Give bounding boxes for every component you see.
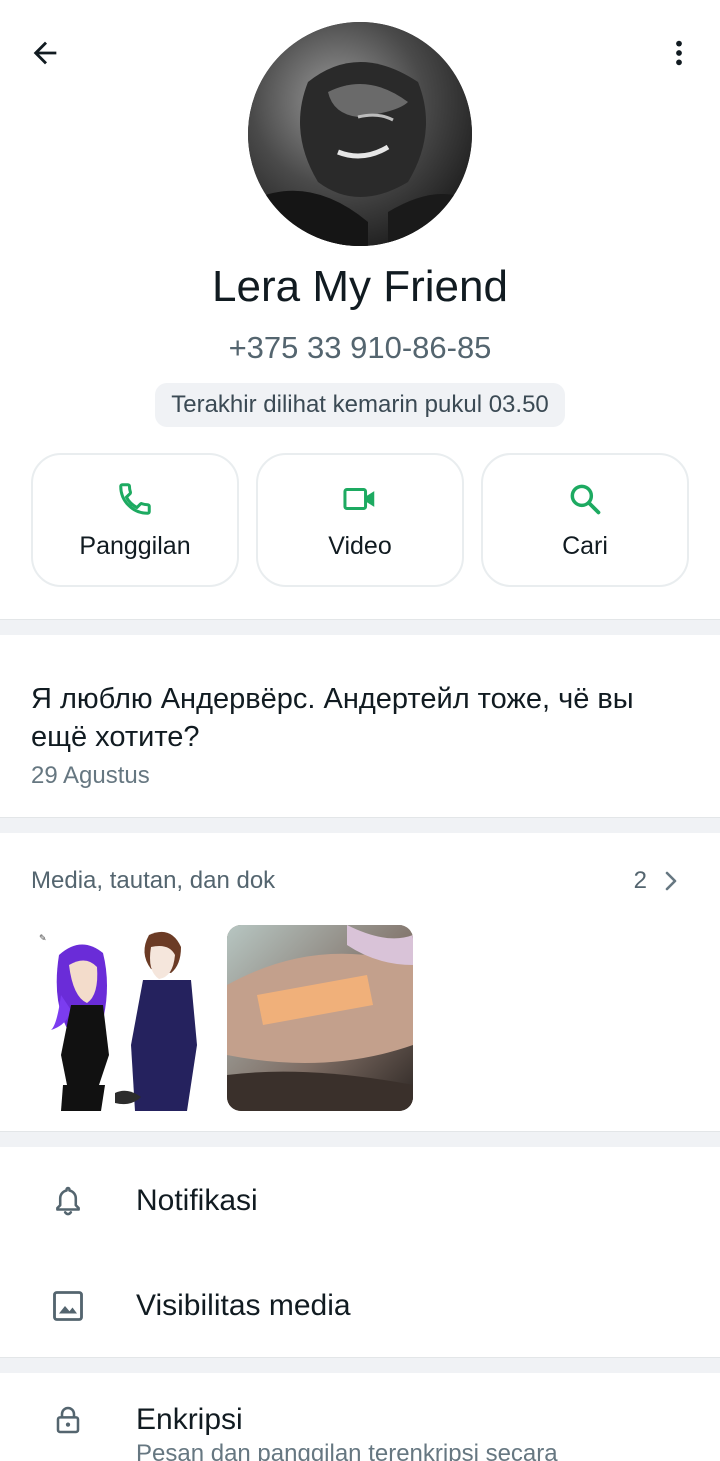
media-count: 2 — [633, 867, 647, 894]
contact-phone: +375 33 910-86-85 — [228, 330, 492, 365]
last-seen-badge: Terakhir dilihat kemarin pukul 03.50 — [155, 383, 565, 427]
section-divider — [0, 817, 720, 833]
section-divider — [0, 1131, 720, 1147]
action-buttons: Panggilan Video Cari — [31, 453, 689, 587]
image-icon — [53, 1291, 83, 1321]
photo-image — [227, 925, 413, 1111]
call-button[interactable]: Panggilan — [31, 453, 239, 587]
about-section[interactable]: Я люблю Андервёрс. Андертейл тоже, чё вы… — [31, 680, 691, 790]
chevron-right-icon — [665, 871, 677, 891]
section-divider — [0, 619, 720, 635]
drawing-image: ✎ — [31, 925, 217, 1111]
more-options-button[interactable] — [656, 30, 702, 76]
profile-avatar[interactable] — [248, 22, 472, 246]
avatar-image — [248, 22, 472, 246]
media-title: Media, tautan, dan dok — [31, 867, 276, 894]
notifications-label: Notifikasi — [136, 1184, 258, 1217]
row-icon-container — [0, 1182, 136, 1220]
search-icon — [570, 484, 601, 514]
encryption-label: Enkripsi — [136, 1403, 243, 1436]
encryption-subtitle: Pesan dan panggilan terenkripsi secara — [136, 1440, 558, 1461]
media-count-group: 2 — [634, 867, 681, 895]
media-thumbnail[interactable] — [227, 925, 413, 1111]
bell-icon — [56, 1186, 80, 1216]
contact-name: Lera My Friend — [212, 262, 508, 311]
about-text: Я люблю Андервёрс. Андертейл тоже, чё вы… — [31, 683, 634, 753]
video-button[interactable]: Video — [256, 453, 464, 587]
svg-text:✎: ✎ — [39, 934, 47, 944]
back-button[interactable] — [22, 30, 68, 76]
media-header[interactable]: Media, tautan, dan dok 2 — [31, 866, 681, 896]
about-date: 29 Agustus — [31, 762, 150, 789]
arrow-left-icon — [33, 41, 57, 65]
notifications-row[interactable]: Notifikasi — [0, 1151, 720, 1251]
search-button-label: Cari — [562, 531, 608, 560]
media-thumbnail[interactable]: ✎ — [31, 925, 217, 1111]
row-icon-container — [0, 1288, 136, 1324]
video-button-label: Video — [328, 531, 392, 560]
more-vert-icon — [676, 40, 682, 66]
media-visibility-row[interactable]: Visibilitas media — [0, 1256, 720, 1356]
lock-icon — [56, 1406, 80, 1434]
call-button-label: Panggilan — [79, 531, 191, 560]
phone-icon — [119, 482, 151, 515]
search-button[interactable]: Cari — [481, 453, 689, 587]
video-camera-icon — [343, 487, 375, 510]
row-icon-container — [0, 1401, 136, 1439]
media-visibility-label: Visibilitas media — [136, 1289, 351, 1322]
last-seen-container: Terakhir dilihat kemarin pukul 03.50 — [0, 383, 720, 427]
